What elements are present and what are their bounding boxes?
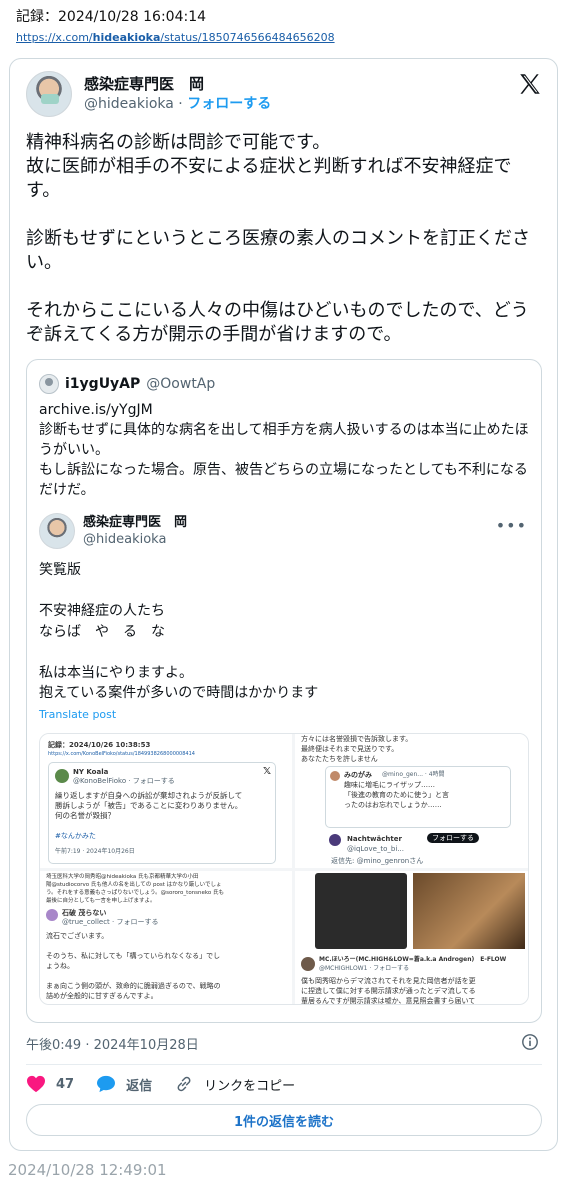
s4-avatar [301,957,315,971]
reply-bubble-icon [97,1075,116,1093]
tweet-author[interactable]: 感染症専門医 岡 @hideakioka · フォローする [26,71,271,117]
s3-text1: 埼玉医科大学の岡秀昭@hideakioka 氏も京都精華大学の小田 陽@stud… [46,874,225,904]
s2-handle2: @iqLove_to_bi... [347,845,404,853]
info-icon[interactable] [521,1033,539,1051]
quote-author-handle: @OowtAp [146,376,216,392]
s2-reply-card: みのがみ @mino_gen... · 4時間 趣味に増毛にライザップ…… 「後… [325,766,511,828]
tweet-card: 感染症専門医 岡 @hideakioka · フォローする 精神科病名の診断は問… [9,58,558,1151]
follow-button[interactable]: フォローする [187,96,271,112]
divider [26,1064,542,1065]
x-logo-icon[interactable] [517,71,543,97]
heart-icon [27,1075,45,1093]
translate-post-link[interactable]: Translate post [39,708,116,721]
s4-text: 僕も岡秀昭からデマ流されてそれを見た岡信者が話を更 に捏造して僕に対する開示請求… [301,977,476,1005]
read-replies-button[interactable]: 1件の返信を読む [26,1104,542,1136]
s3-avatar [46,909,58,921]
inner-tweet-text: 笑覧版 不安神経症の人たち ならば や る な 私は本当にやりますよ。 抱えてい… [39,562,319,701]
s2-reply-to: 返信先: @mino_genronさん [331,857,424,865]
quote-text: archive.is/yYgJM 診断もせずに具体的な病名を出して相手方を病人扱… [39,402,529,498]
s4-photo-left [315,873,407,949]
s3-handle: @true_collect · フォローする [62,918,159,926]
s3-text2: 流石でございます。 そのうち、私に対しても「構っていられなくなる」でし ょうね。… [46,932,221,1000]
link-user: hideakioka [92,31,161,44]
s1-hashtag: #なんかみた [55,832,96,840]
quote-author-name: i1ygUyAP [65,376,141,392]
record-header: 記録：2024/10/28 16:04:14 https://x.com/hid… [16,8,335,46]
more-options-icon[interactable]: ••• [496,516,527,535]
inner-avatar [39,513,75,549]
action-bar: 47 返信 リンクをコピー [26,1073,317,1095]
s2-name2: Nachtwächter [347,835,402,843]
avatar[interactable] [26,71,72,117]
s1-x-icon: 𝕏 [263,766,272,777]
s2-handle1: @mino_gen... · 4時間 [382,771,445,778]
like-button[interactable]: 47 [26,1075,74,1093]
copy-link-label: リンクをコピー [204,1078,296,1094]
s2-avatar1 [330,771,340,781]
s1-text: 繰り返しますが自身への訴訟が棄却されようが反訴して 勝訴しようが「被告」であるこ… [55,791,243,820]
s1-embedded-card: NY Koala @KonoBelFioko · フォローする 𝕏 繰り返します… [48,762,276,864]
quoted-tweet[interactable]: i1ygUyAP @OowtAp archive.is/yYgJM 診断もせずに… [26,359,542,1023]
s1-avatar [55,769,69,783]
quote-author: i1ygUyAP @OowtAp [39,374,215,394]
reply-label: 返信 [126,1078,153,1094]
link-suffix: /status/1850746566484656208 [160,31,335,44]
inner-author-handle: @hideakioka [83,532,167,547]
copy-link-button[interactable]: リンクをコピー [174,1075,295,1094]
link-prefix: https://x.com/ [16,31,93,44]
s1-link: https://x.com/KonoBelFioko/status/184993… [48,751,195,757]
quote-avatar [39,374,59,394]
handle-separator: · [173,96,188,112]
s1-time: 午前7:19 · 2024年10月26日 [55,848,135,855]
s2-avatar2 [329,834,341,846]
footer-timestamp: 2024/10/28 12:49:01 [8,1161,167,1179]
attached-image-3[interactable]: 埼玉医科大学の岡秀昭@hideakioka 氏も京都精華大学の小田 陽@stud… [40,871,292,1004]
tweet-text: 精神科病名の診断は問診で可能です。 故に医師が相手の不安による症状と判断すれば不… [26,132,530,345]
attached-images[interactable]: 記録：2024/10/26 10:38:53 https://x.com/Kon… [39,733,529,1005]
attached-image-1[interactable]: 記録：2024/10/26 10:38:53 https://x.com/Kon… [40,734,292,868]
author-handle-row: @hideakioka · フォローする [84,94,271,114]
s2-text1: 方々には名誉毀損で告訴致します。 最終便はそれまで見送りです。 あなたたちを許し… [301,735,413,763]
reply-button[interactable]: 返信 [96,1075,152,1094]
inner-author-name: 感染症専門医 岡 [83,515,188,530]
attached-image-2[interactable]: 方々には名誉毀損で告訴致します。 最終便はそれまで見送りです。 あなたたちを許し… [295,734,528,868]
s2-name1: みのがみ [344,771,372,779]
s2-follow-button: フォローする [427,833,479,843]
s2-text2: 趣味に増毛にライザップ…… 「後進の教育のために使う」と言 ったのはお忘れでしょ… [344,781,449,809]
s1-handle: @KonoBelFioko · フォローする [73,777,175,785]
s4-handle: @MCHIGHLOW1 · フォローする [319,965,410,972]
link-icon [177,1076,191,1092]
s4-photo-right [413,873,525,949]
tweet-timestamp[interactable]: 午後0:49 · 2024年10月28日 [26,1034,199,1053]
author-handle[interactable]: @hideakioka [84,96,174,112]
record-title: 記録：2024/10/28 16:04:14 [16,9,207,25]
like-count: 47 [56,1076,75,1092]
inner-tweet-author: 感染症専門医 岡 @hideakioka [39,513,187,549]
author-name[interactable]: 感染症専門医 岡 [84,74,271,94]
attached-image-4[interactable]: MC.ほいろー(MC.HIGH&LOW=蒼a.k.a Androgen) E-F… [295,871,528,1005]
record-source-link[interactable]: https://x.com/hideakioka/status/18507465… [16,30,335,46]
